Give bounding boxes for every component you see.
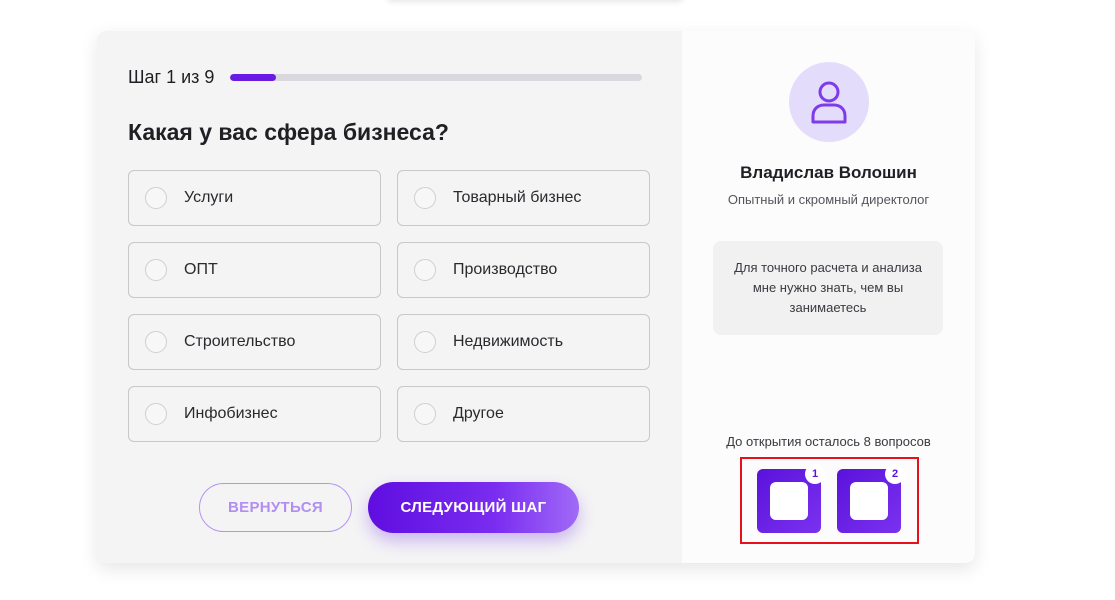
option-proizvodstvo[interactable]: Производство	[397, 242, 650, 298]
navigation-buttons: ВЕРНУТЬСЯ СЛЕДУЮЩИЙ ШАГ	[199, 482, 579, 533]
option-label: ОПТ	[184, 261, 218, 278]
avatar	[789, 62, 869, 142]
gift-badge: 2	[885, 464, 905, 484]
gift-icon	[770, 482, 808, 520]
option-label: Инфобизнес	[184, 405, 278, 422]
radio-button[interactable]	[145, 187, 167, 209]
quiz-panel: Шаг 1 из 9 Какая у вас сфера бизнеса? Ус…	[97, 31, 682, 563]
option-uslugi[interactable]: Услуги	[128, 170, 381, 226]
expert-message: Для точного расчета и анализа мне нужно …	[713, 241, 943, 335]
option-label: Производство	[453, 261, 558, 278]
progress-bar	[230, 74, 643, 81]
radio-button[interactable]	[145, 259, 167, 281]
option-stroitelstvo[interactable]: Строительство	[128, 314, 381, 370]
next-step-button[interactable]: СЛЕДУЮЩИЙ ШАГ	[368, 482, 579, 533]
option-label: Услуги	[184, 189, 234, 206]
gift-badge: 1	[805, 464, 825, 484]
gift-box-2[interactable]: 2	[837, 464, 905, 533]
gift-icon	[850, 482, 888, 520]
radio-button[interactable]	[145, 403, 167, 425]
option-opt[interactable]: ОПТ	[128, 242, 381, 298]
expert-panel: Владислав Волошин Опытный и скромный дир…	[682, 31, 975, 563]
option-tovarnyi-biznes[interactable]: Товарный бизнес	[397, 170, 650, 226]
option-label: Недвижимость	[453, 333, 564, 350]
radio-button[interactable]	[145, 331, 167, 353]
expert-name: Владислав Волошин	[740, 163, 917, 182]
step-progress: Шаг 1 из 9	[128, 67, 643, 88]
expert-role: Опытный и скромный директолог	[727, 192, 930, 207]
radio-button[interactable]	[414, 259, 436, 281]
question-title: Какая у вас сфера бизнеса?	[128, 119, 449, 145]
gift-box-1[interactable]: 1	[757, 464, 825, 533]
option-drugoe[interactable]: Другое	[397, 386, 650, 442]
back-button[interactable]: ВЕРНУТЬСЯ	[199, 483, 352, 532]
radio-button[interactable]	[414, 403, 436, 425]
option-label: Товарный бизнес	[453, 189, 582, 206]
option-nedvizhimost[interactable]: Недвижимость	[397, 314, 650, 370]
progress-bar-fill	[230, 74, 276, 81]
quiz-card: Шаг 1 из 9 Какая у вас сфера бизнеса? Ус…	[97, 31, 975, 563]
user-icon	[811, 81, 847, 124]
answer-options: Услуги Товарный бизнес ОПТ Производство …	[128, 170, 650, 442]
option-label: Другое	[453, 405, 504, 422]
step-label: Шаг 1 из 9	[128, 67, 215, 87]
remaining-questions-text: До открытия осталось 8 вопросов	[726, 434, 931, 449]
option-label: Строительство	[184, 333, 296, 350]
radio-button[interactable]	[414, 331, 436, 353]
option-infobiznes[interactable]: Инфобизнес	[128, 386, 381, 442]
radio-button[interactable]	[414, 187, 436, 209]
gifts-highlight-frame: 1 2	[740, 457, 919, 544]
